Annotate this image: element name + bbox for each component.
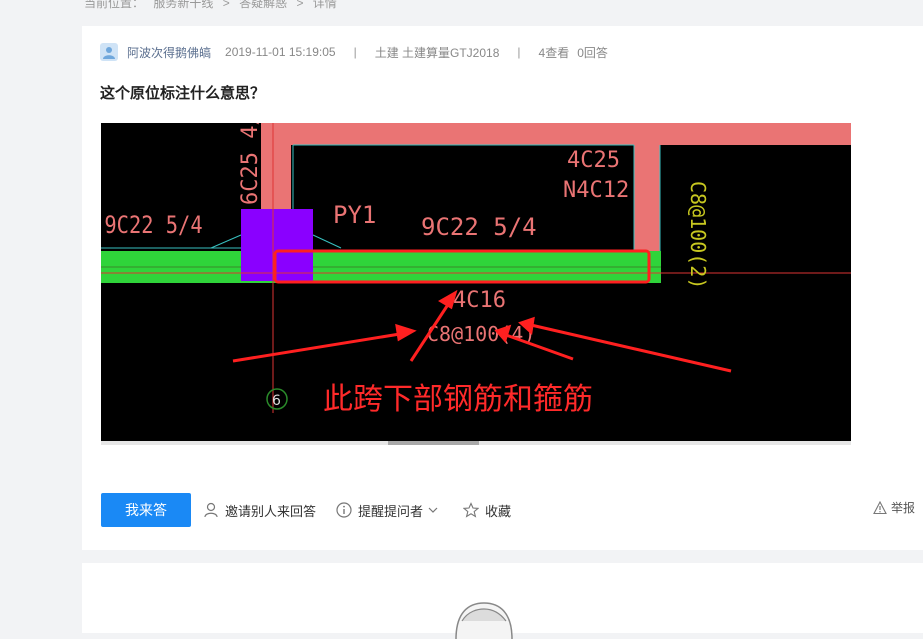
cad-label-vertical-rebar: 6C25 4/ bbox=[238, 123, 263, 205]
report-label: 举报 bbox=[890, 501, 915, 515]
cad-label-top-rebar-1: 4C25 bbox=[567, 148, 620, 173]
invite-answer-action[interactable]: 邀请别人来回答 bbox=[203, 501, 316, 520]
answer-button[interactable]: 我来答 bbox=[101, 493, 191, 527]
remind-asker-label: 提醒提问者 bbox=[358, 504, 424, 520]
chevron-down-icon bbox=[428, 507, 438, 513]
info-icon bbox=[336, 502, 352, 518]
question-card: 阿波次得鹅佛皜 2019-11-01 15:19:05 | 土建 土建算量GTJ… bbox=[82, 26, 923, 550]
cad-axis-number: 6 bbox=[272, 393, 281, 409]
cad-label-bottom-rebar: 4C16 bbox=[453, 288, 506, 313]
cad-label-middle-rebar: 9C22 5/4 bbox=[421, 213, 537, 241]
favorite-action[interactable]: 收藏 bbox=[463, 501, 511, 520]
user-avatar-icon bbox=[103, 47, 115, 59]
post-datetime: 2019-11-01 15:19:05 bbox=[225, 45, 336, 59]
meta-divider: | bbox=[353, 45, 357, 59]
author-name[interactable]: 阿波次得鹅佛皜 bbox=[127, 44, 211, 61]
view-count: 4查看 bbox=[538, 45, 570, 60]
breadcrumb-separator: > bbox=[222, 0, 230, 10]
breadcrumb-link-qa[interactable]: 答疑解惑 bbox=[239, 0, 287, 10]
empty-state-mascot-icon bbox=[455, 602, 513, 639]
star-icon bbox=[463, 502, 480, 518]
cad-label-beam-name: PY1 bbox=[333, 201, 376, 229]
breadcrumb-current: 详情 bbox=[312, 0, 337, 10]
remind-asker-action[interactable]: 提醒提问者 bbox=[336, 501, 445, 520]
cad-label-top-rebar-2: N4C12 bbox=[563, 178, 629, 203]
image-scrollbar[interactable] bbox=[101, 441, 851, 445]
question-title: 这个原位标注什么意思？ bbox=[100, 84, 266, 102]
avatar[interactable] bbox=[100, 43, 118, 61]
breadcrumb-link-service[interactable]: 服务新干线 bbox=[153, 0, 213, 10]
cad-screenshot-image[interactable]: 9C22 5/4 6C25 4/ PY1 9C22 5/4 4C25 N4C12… bbox=[101, 123, 851, 441]
cad-label-stirrup: C8@100(4) bbox=[427, 322, 535, 346]
cad-label-right-stirrup: C8@100(2) bbox=[686, 181, 710, 289]
invite-answer-label: 邀请别人来回答 bbox=[225, 504, 317, 520]
breadcrumb: 当前位置： 服务新干线 > 答疑解惑 > 详情 bbox=[84, 0, 343, 10]
meta-divider: | bbox=[517, 45, 521, 59]
cad-annotation-text: 此跨下部钢筋和箍筋 bbox=[323, 382, 593, 417]
favorite-label: 收藏 bbox=[485, 504, 512, 520]
breadcrumb-label: 当前位置： bbox=[84, 0, 145, 10]
question-category: 土建 土建算量GTJ2018 bbox=[374, 45, 500, 60]
image-scrollbar-thumb[interactable] bbox=[388, 441, 479, 445]
warning-icon bbox=[873, 500, 887, 514]
answer-count: 0回答 bbox=[577, 45, 608, 60]
report-action[interactable]: 举报 bbox=[873, 499, 915, 516]
breadcrumb-separator: > bbox=[296, 0, 304, 10]
action-bar: 我来答 邀请别人来回答 提醒提问者 收藏 bbox=[101, 493, 511, 527]
question-meta: 阿波次得鹅佛皜 2019-11-01 15:19:05 | 土建 土建算量GTJ… bbox=[100, 43, 608, 61]
cad-label-left-rebar: 9C22 5/4 bbox=[104, 211, 202, 239]
user-icon bbox=[204, 502, 218, 518]
